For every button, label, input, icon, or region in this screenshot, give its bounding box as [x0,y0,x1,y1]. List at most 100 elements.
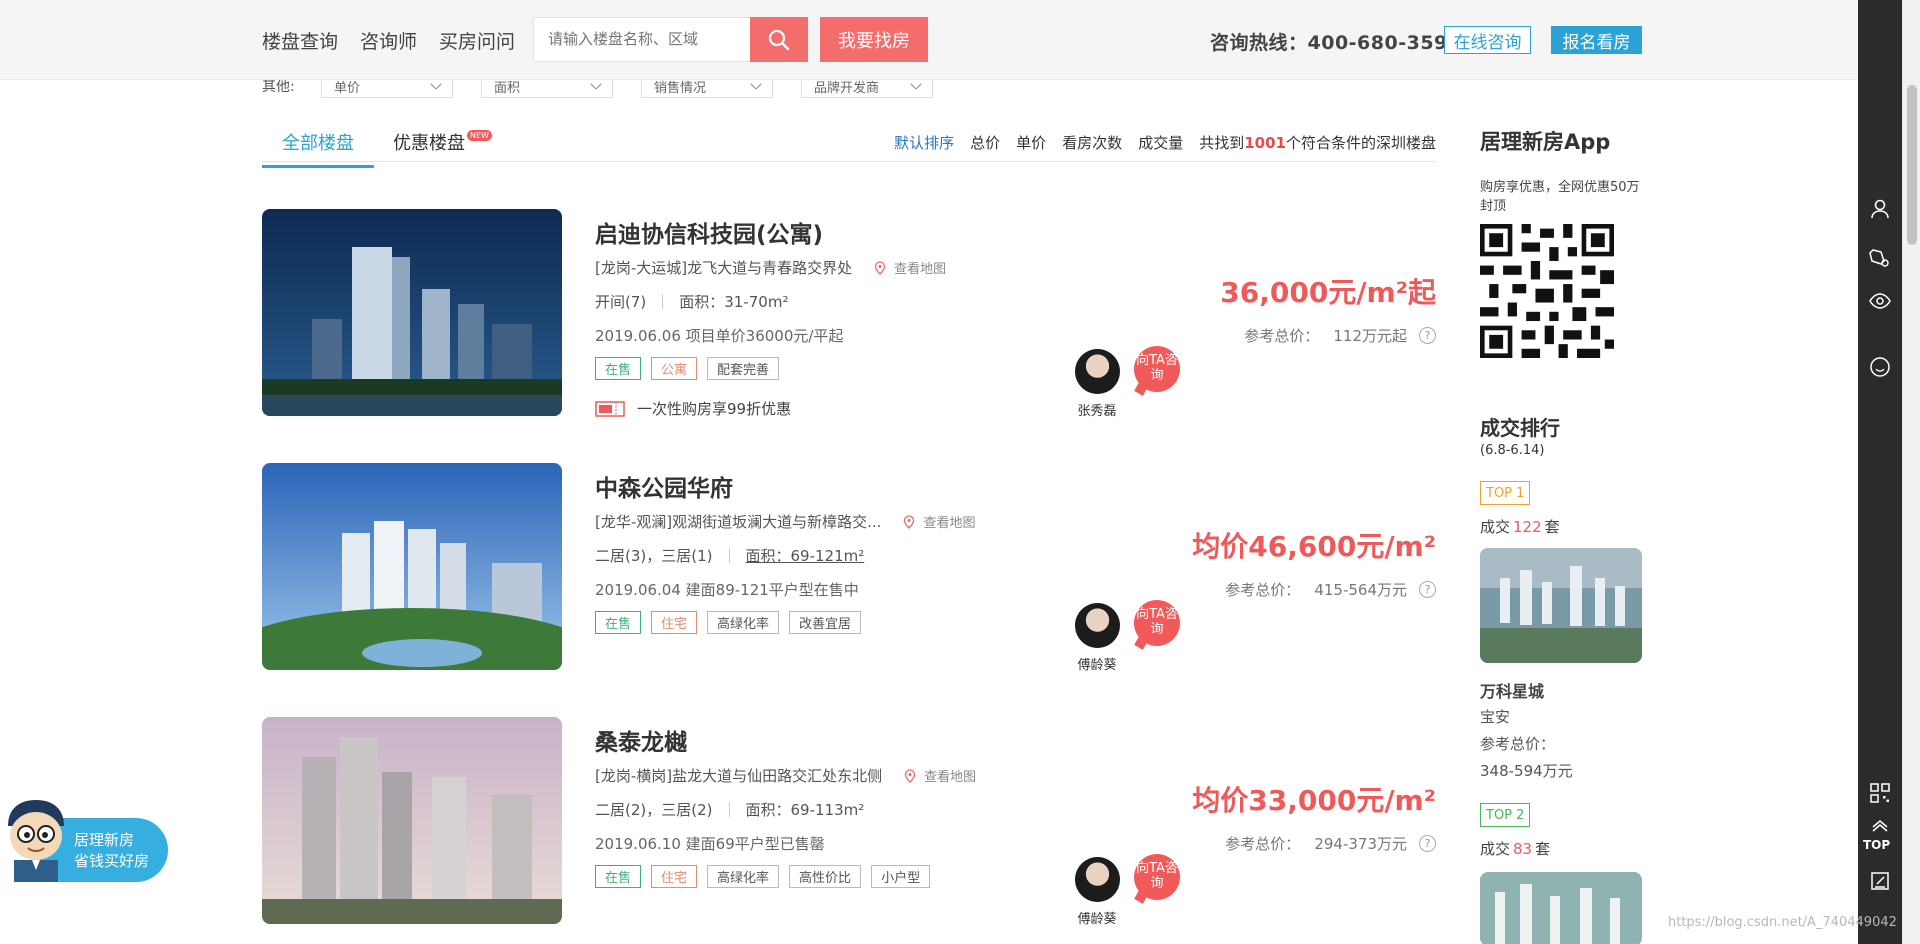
listing-total-price: 参考总价： 294-373万元 ? [1225,833,1436,854]
help-icon[interactable]: ? [1419,581,1436,598]
listing-update: 2019.06.10 建面69平户型已售罄 [595,835,825,853]
listing-title[interactable]: 中森公园华府 [595,469,733,503]
rank-property-name[interactable]: 万科星城 [1480,678,1544,702]
listing-item[interactable]: 桑泰龙樾 [龙岗-横岗]盐龙大道与仙田路交汇处东北侧 查看地图 二居(2)，三居… [262,717,1436,927]
user-icon[interactable] [1869,198,1891,220]
map-link-label: 查看地图 [923,516,976,531]
listing-address: [龙岗-横岗]盐龙大道与仙田路交汇处东北侧 查看地图 [595,765,976,786]
eye-icon[interactable] [1869,290,1891,312]
total-value: 294-373万元 [1314,835,1407,853]
chevron-up-icon[interactable] [1869,818,1891,832]
tag-feature: 配套完善 [707,357,780,380]
listing-title[interactable]: 桑泰龙樾 [595,723,687,757]
rank-badge-top2: TOP 2 [1480,803,1531,827]
nav-item-qa[interactable]: 买房问问 [439,27,515,54]
feedback-edit-icon[interactable] [1869,870,1891,892]
area-text[interactable]: 面积：69-121m² [746,545,865,566]
banner-line1: 居理新房 [74,831,135,849]
sort-unit-price[interactable]: 单价 [1016,132,1046,153]
ask-agent-button[interactable]: 向TA咨询 [1134,854,1180,900]
deal-number: 122 [1513,518,1542,536]
divider [728,802,730,817]
avatar[interactable] [1074,349,1120,394]
total-label: 参考总价： [1225,835,1301,853]
view-map-link[interactable]: 查看地图 [874,258,946,277]
online-consult-button[interactable]: 在线咨询 [1444,26,1531,54]
help-icon[interactable]: ? [1419,835,1436,852]
listing-update: 2019.06.06 项目单价36000元/平起 [595,327,844,345]
map-pin-icon [904,514,915,529]
address-text: [龙岗-横岗]盐龙大道与仙田路交汇处东北侧 [595,767,883,785]
listing-price: 均价46,600元/m² [1192,530,1436,563]
tab-discount-properties[interactable]: 优惠楼盘 [393,129,465,155]
avatar[interactable] [1074,603,1120,648]
ask-agent-button[interactable]: 向TA咨询 [1134,346,1180,392]
agent-card[interactable]: 张秀磊 [1072,349,1122,419]
chat-icon[interactable] [1869,356,1891,378]
listing-photo[interactable] [262,463,562,670]
page-scrollbar[interactable] [1902,0,1920,944]
layout-text: 开间(7) [595,293,647,311]
sort-default[interactable]: 默认排序 [894,132,954,153]
rank-photo[interactable] [1480,872,1642,944]
divider [662,294,664,309]
tab-all-properties[interactable]: 全部楼盘 [262,129,374,168]
listing-address: [龙岗-大运城]龙飞大道与青春路交界处 查看地图 [595,257,946,278]
listing-photo[interactable] [262,209,562,416]
back-to-top-label[interactable]: TOP [1863,838,1890,852]
count-prefix: 共找到 [1199,134,1245,152]
chevron-down-icon [750,78,762,90]
right-sidebar: 居理新房App 购房享优惠，全网优惠50万封顶 成交排行 (6.8-6.14) … [1480,126,1650,944]
avatar[interactable] [1074,857,1120,902]
nav-item-consultant[interactable]: 咨询师 [360,27,417,54]
sort-total-price[interactable]: 总价 [970,132,1000,153]
book-visit-button[interactable]: 报名看房 [1551,26,1642,54]
tag-feature: 高绿化率 [707,865,780,888]
rank-ref-label: 参考总价： [1480,735,1556,753]
search-input[interactable] [533,17,750,62]
listing-tags: 在售 公寓 配套完善 [595,357,780,380]
ask-agent-button[interactable]: 向TA咨询 [1134,600,1180,646]
map-link-label: 查看地图 [924,770,977,785]
search-icon [768,29,790,50]
qr-code-icon[interactable] [1869,782,1891,804]
listing-item[interactable]: 中森公园华府 [龙华-观澜]观湖街道坂澜大道与新樟路交... 查看地图 二居(3… [262,463,1436,673]
listing-spec: 开间(7) 面积：31-70m² [595,291,788,312]
sort-views[interactable]: 看房次数 [1062,132,1122,153]
view-map-link[interactable]: 查看地图 [904,766,976,785]
tag-type: 住宅 [651,865,698,888]
listing-total-price: 参考总价： 415-564万元 ? [1225,579,1436,600]
listing-photo[interactable] [262,717,562,924]
mascot-icon [8,800,64,882]
help-icon[interactable]: ? [1419,327,1436,344]
find-house-button[interactable]: 我要找房 [820,17,928,62]
agent-card[interactable]: 傅龄葵 [1072,857,1122,927]
view-map-link[interactable]: 查看地图 [903,512,975,531]
app-promo-subtitle: 购房享优惠，全网优惠50万封顶 [1480,180,1640,214]
map-pin-icon [874,260,886,275]
listing-spec: 二居(3)，三居(1) 面积：69-121m² [595,545,864,566]
agent-name: 傅龄葵 [1077,912,1117,927]
total-value: 415-564万元 [1314,581,1407,599]
deal-number: 83 [1513,840,1533,858]
deal-suffix: 套 [1544,518,1560,536]
nav-item-property-search[interactable]: 楼盘查询 [262,27,338,54]
listing-promo: 一次性购房享99折优惠 [595,398,791,419]
search-button[interactable] [750,17,808,62]
deal-prefix: 成交 [1480,840,1511,858]
consult-icon[interactable] [1869,246,1891,268]
count-suffix: 个符合条件的深圳楼盘 [1285,134,1436,152]
rank-photo[interactable] [1480,548,1642,663]
listing-item[interactable]: 启迪协信科技园(公寓) [龙岗-大运城]龙飞大道与青春路交界处 查看地图 开间(… [262,209,1436,419]
agent-card[interactable]: 傅龄葵 [1072,603,1122,673]
map-link-label: 查看地图 [894,262,947,277]
scrollbar-thumb[interactable] [1907,85,1917,245]
tag-type: 住宅 [651,611,698,634]
right-tool-rail: TOP [1858,0,1902,944]
layout-text: 二居(3)，三居(1) [595,547,713,565]
sort-deals[interactable]: 成交量 [1138,132,1183,153]
listing-title[interactable]: 启迪协信科技园(公寓) [595,215,823,249]
tag-on-sale: 在售 [595,357,642,380]
agent-name: 傅龄葵 [1077,658,1117,673]
floating-app-banner[interactable]: 居理新房 省钱买好房 [0,800,170,886]
